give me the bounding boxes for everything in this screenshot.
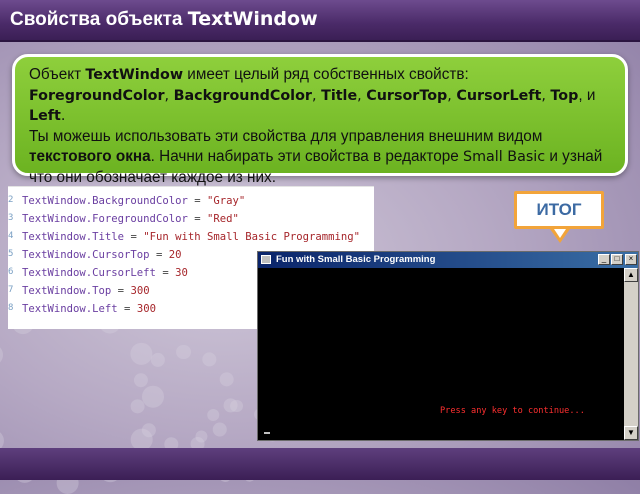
title-object-name: TextWindow bbox=[187, 8, 318, 30]
description-box: Объект TextWindow имеет целый ряд собств… bbox=[12, 54, 628, 186]
code-property: .Title bbox=[85, 231, 125, 243]
code-object: TextWindow bbox=[22, 249, 86, 261]
footer-bar bbox=[0, 448, 640, 480]
text-window: Fun with Small Basic Programming _ □ × ▲… bbox=[257, 251, 639, 441]
code-object: TextWindow bbox=[22, 267, 86, 279]
code-object: TextWindow bbox=[22, 195, 86, 207]
window-titlebar[interactable]: Fun with Small Basic Programming _ □ × bbox=[258, 252, 638, 268]
code-property: .Top bbox=[85, 285, 112, 297]
property-name: Left bbox=[29, 108, 61, 124]
property-name: ForegroundColor bbox=[29, 87, 165, 104]
line-number: 3 bbox=[8, 213, 14, 223]
description-text: Объект TextWindow имеет целый ряд собств… bbox=[29, 65, 621, 188]
code-value: 20 bbox=[168, 249, 182, 261]
editor-name: Small Basic bbox=[463, 149, 546, 165]
minimize-button[interactable]: _ bbox=[598, 254, 610, 265]
code-value: "Red" bbox=[206, 213, 239, 225]
slide-header: Свойства объекта TextWindow bbox=[0, 0, 640, 42]
code-object: TextWindow bbox=[22, 285, 86, 297]
intro-highlight: текстового окна bbox=[29, 148, 151, 165]
vertical-scrollbar[interactable]: ▲ ▼ bbox=[624, 268, 638, 440]
code-value: 300 bbox=[130, 285, 150, 297]
separator: , bbox=[357, 87, 367, 104]
line-number: 6 bbox=[8, 267, 14, 277]
line-number: 7 bbox=[8, 285, 14, 295]
intro-text: имеет целый ряд собственных свойств: bbox=[183, 66, 469, 83]
code-operator: = bbox=[117, 303, 137, 315]
code-operator: = bbox=[111, 285, 131, 297]
code-property: .BackgroundColor bbox=[85, 195, 188, 207]
console-output: Press any key to continue... bbox=[440, 406, 585, 416]
code-operator: = bbox=[155, 267, 176, 279]
code-object: TextWindow bbox=[22, 213, 86, 225]
code-object: TextWindow bbox=[22, 303, 86, 315]
down-arrow-icon-inner bbox=[554, 229, 566, 238]
property-name: Title bbox=[321, 87, 358, 104]
scroll-down-button[interactable]: ▼ bbox=[624, 426, 638, 440]
console-app-icon bbox=[261, 255, 271, 264]
intro-text: . Начни набирать эти свойства в редактор… bbox=[150, 148, 464, 165]
code-operator: = bbox=[149, 249, 169, 261]
property-name: CursorTop bbox=[366, 87, 448, 104]
code-value: 300 bbox=[136, 303, 156, 315]
line-number: 5 bbox=[8, 249, 14, 259]
separator: , и bbox=[578, 86, 596, 104]
slide-title: Свойства объекта TextWindow bbox=[10, 8, 318, 31]
code-operator: = bbox=[187, 213, 207, 225]
separator: , bbox=[164, 87, 174, 104]
separator: . bbox=[60, 108, 66, 124]
property-name: CursorLeft bbox=[456, 87, 542, 104]
result-label: ИТОГ bbox=[514, 191, 604, 229]
code-property: .Left bbox=[85, 303, 118, 315]
scroll-up-button[interactable]: ▲ bbox=[624, 268, 638, 282]
code-operator: = bbox=[124, 231, 144, 243]
line-number: 4 bbox=[8, 231, 14, 241]
property-name: Top bbox=[550, 87, 579, 104]
code-value: "Gray" bbox=[206, 195, 246, 207]
code-property: .ForegroundColor bbox=[85, 213, 188, 225]
separator: , bbox=[311, 87, 322, 104]
close-button[interactable]: × bbox=[625, 254, 637, 265]
code-property: .CursorTop bbox=[85, 249, 150, 261]
property-name: BackgroundColor bbox=[173, 87, 312, 104]
separator: , bbox=[447, 87, 457, 104]
line-number: 2 bbox=[8, 195, 14, 205]
intro-text: Ты можешь использовать эти свойства для … bbox=[29, 127, 543, 145]
code-value: 30 bbox=[175, 267, 188, 279]
title-text: Свойства объекта bbox=[10, 9, 188, 30]
code-value: "Fun with Small Basic Programming" bbox=[143, 231, 361, 243]
line-number: 8 bbox=[8, 303, 14, 313]
intro-text: Объект bbox=[29, 66, 86, 83]
intro-object-name: TextWindow bbox=[85, 67, 184, 83]
window-title: Fun with Small Basic Programming bbox=[276, 254, 436, 265]
maximize-button[interactable]: □ bbox=[611, 254, 623, 265]
code-operator: = bbox=[187, 195, 207, 207]
console-cursor bbox=[264, 432, 270, 434]
code-object: TextWindow bbox=[22, 231, 86, 243]
code-property: .CursorLeft bbox=[85, 267, 156, 279]
